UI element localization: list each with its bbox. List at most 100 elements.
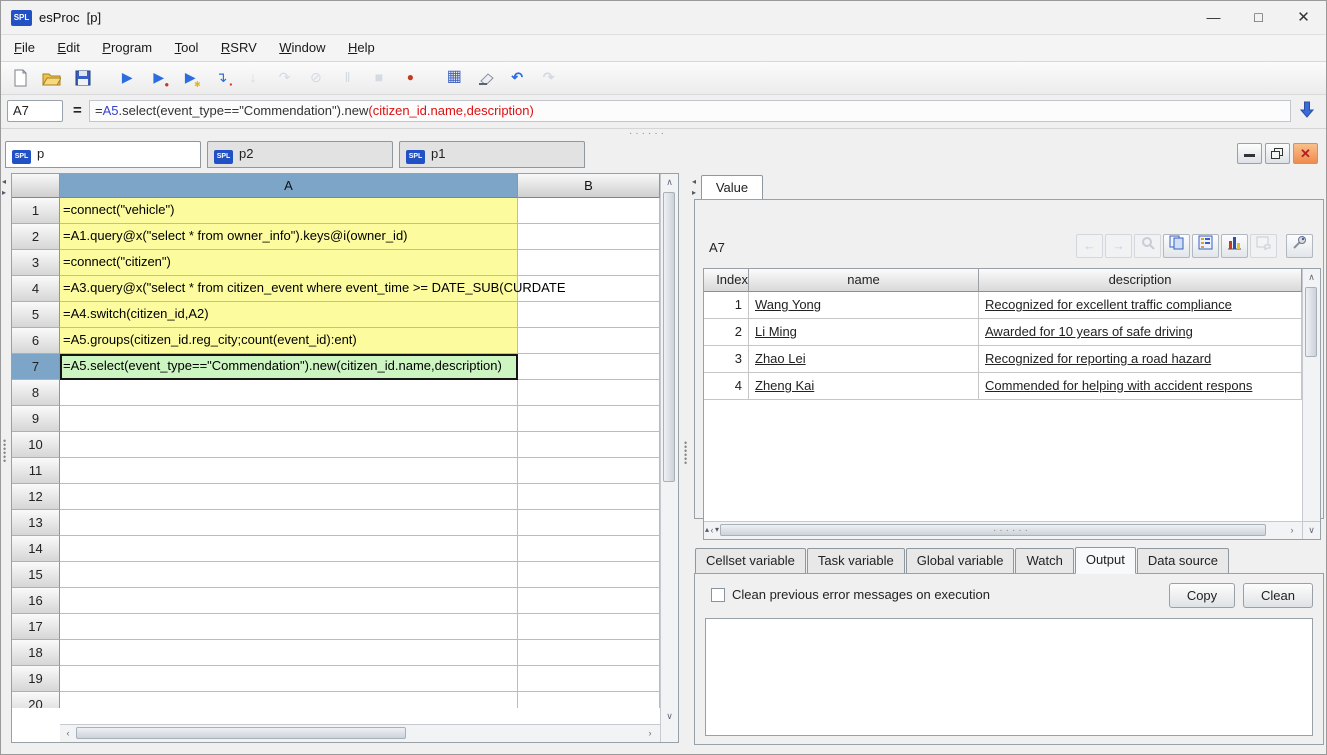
cell-A14[interactable] bbox=[60, 536, 518, 562]
row-header[interactable]: 1 bbox=[12, 198, 60, 224]
cell-A16[interactable] bbox=[60, 588, 518, 614]
clear-cache-icon[interactable] bbox=[472, 65, 499, 91]
cell-B13[interactable] bbox=[518, 510, 660, 536]
expand-left-icon[interactable]: ▸ bbox=[2, 188, 6, 197]
cell-B17[interactable] bbox=[518, 614, 660, 640]
cell-A10[interactable] bbox=[60, 432, 518, 458]
row-header[interactable]: 2 bbox=[12, 224, 60, 250]
grid-corner[interactable] bbox=[12, 174, 60, 198]
cell-B19[interactable] bbox=[518, 666, 660, 692]
col-index[interactable]: Index bbox=[704, 269, 749, 292]
col-name[interactable]: name bbox=[749, 269, 979, 292]
table-row[interactable]: 1 Wang Yong Recognized for excellent tra… bbox=[704, 292, 1320, 319]
row-header[interactable]: 20 bbox=[12, 692, 60, 708]
grid-horizontal-scrollbar[interactable]: ‹ › bbox=[60, 724, 660, 742]
scroll-right-icon[interactable]: › bbox=[642, 725, 658, 741]
formula-input[interactable]: =A5.select(event_type=="Commendation").n… bbox=[89, 100, 1291, 122]
scroll-left-icon[interactable]: ‹ bbox=[60, 725, 76, 742]
cell-B10[interactable] bbox=[518, 432, 660, 458]
scrollbar-thumb[interactable] bbox=[1305, 287, 1317, 357]
row-header[interactable]: 17 bbox=[12, 614, 60, 640]
menu-program[interactable]: Program bbox=[93, 35, 161, 61]
row-header[interactable]: 7 bbox=[12, 354, 60, 380]
tab-output[interactable]: Output bbox=[1074, 547, 1136, 574]
tab-global-variable[interactable]: Global variable bbox=[905, 548, 1015, 574]
run-icon[interactable]: ▶ bbox=[114, 65, 141, 91]
clean-errors-checkbox[interactable] bbox=[711, 588, 725, 602]
collapse-left-icon[interactable]: ◂ bbox=[2, 177, 6, 186]
panel-collapse-arrows[interactable]: ▴▾ bbox=[705, 525, 725, 534]
row-header[interactable]: 15 bbox=[12, 562, 60, 588]
row-header[interactable]: 8 bbox=[12, 380, 60, 406]
col-description[interactable]: description bbox=[979, 269, 1302, 292]
column-header-b[interactable]: B bbox=[518, 174, 660, 198]
pin-icon[interactable] bbox=[1286, 234, 1313, 258]
expand-right-icon[interactable]: ▸ bbox=[692, 188, 696, 197]
cell-A18[interactable] bbox=[60, 640, 518, 666]
menu-tool[interactable]: Tool bbox=[166, 35, 208, 61]
bottom-splitter-handle[interactable]: ······ bbox=[993, 525, 1031, 536]
cell-A19[interactable] bbox=[60, 666, 518, 692]
cell-A7-selected[interactable]: =A5.select(event_type=="Commendation").n… bbox=[60, 354, 518, 380]
calculator-icon[interactable]: ▦ bbox=[441, 65, 468, 91]
table-row[interactable]: 3 Zhao Lei Recognized for reporting a ro… bbox=[704, 346, 1320, 373]
open-file-icon[interactable] bbox=[38, 65, 65, 91]
step-over-icon[interactable]: ↴ ▪ bbox=[208, 65, 235, 91]
cell-B18[interactable] bbox=[518, 640, 660, 666]
tab-cellset-variable[interactable]: Cellset variable bbox=[695, 548, 806, 574]
table-row[interactable]: 4 Zheng Kai Commended for helping with a… bbox=[704, 373, 1320, 400]
cell-B8[interactable] bbox=[518, 380, 660, 406]
cell-A20[interactable] bbox=[60, 692, 518, 708]
cell-A12[interactable] bbox=[60, 484, 518, 510]
cell-B9[interactable] bbox=[518, 406, 660, 432]
cell-reference-input[interactable]: A7 bbox=[7, 100, 63, 122]
menu-window[interactable]: Window bbox=[270, 35, 334, 61]
copy-data-icon[interactable] bbox=[1163, 234, 1190, 258]
undo-icon[interactable]: ↶ bbox=[504, 65, 531, 91]
cell-A2[interactable]: =A1.query@x("select * from owner_info").… bbox=[60, 224, 518, 250]
tab-data-source[interactable]: Data source bbox=[1136, 548, 1229, 574]
tab-task-variable[interactable]: Task variable bbox=[806, 548, 905, 574]
row-header[interactable]: 5 bbox=[12, 302, 60, 328]
row-header[interactable]: 12 bbox=[12, 484, 60, 510]
table-vertical-scrollbar[interactable]: ∧ bbox=[1302, 269, 1320, 522]
run-to-cursor-icon[interactable]: ▶ ✱ bbox=[177, 65, 204, 91]
new-file-icon[interactable] bbox=[7, 65, 34, 91]
cell-A6[interactable]: =A5.groups(citizen_id.reg_city;count(eve… bbox=[60, 328, 518, 354]
debug-run-icon[interactable]: ▶ ● bbox=[145, 65, 172, 91]
tab-watch[interactable]: Watch bbox=[1015, 548, 1074, 574]
menu-rsrv[interactable]: RSRV bbox=[212, 35, 266, 61]
clean-button[interactable]: Clean bbox=[1243, 583, 1313, 608]
breakpoint-icon[interactable]: ● bbox=[397, 65, 424, 91]
scroll-right-icon[interactable]: › bbox=[1284, 522, 1300, 538]
cell-B11[interactable] bbox=[518, 458, 660, 484]
row-header[interactable]: 4 bbox=[12, 276, 60, 302]
panel-divider[interactable]: •••••• bbox=[679, 173, 693, 747]
menu-file[interactable]: File bbox=[5, 35, 44, 61]
copy-button[interactable]: Copy bbox=[1169, 583, 1235, 608]
cell-A11[interactable] bbox=[60, 458, 518, 484]
cell-B5[interactable] bbox=[518, 302, 660, 328]
cell-B15[interactable] bbox=[518, 562, 660, 588]
doc-minimize-button[interactable] bbox=[1237, 143, 1262, 164]
chart-icon[interactable] bbox=[1221, 234, 1248, 258]
row-header[interactable]: 6 bbox=[12, 328, 60, 354]
row-header[interactable]: 3 bbox=[12, 250, 60, 276]
divider-handle[interactable]: •••••• bbox=[684, 439, 688, 468]
doc-restore-button[interactable] bbox=[1265, 143, 1290, 164]
cell-B6[interactable] bbox=[518, 328, 660, 354]
cell-A1[interactable]: =connect("vehicle") bbox=[60, 198, 518, 224]
window-minimize-button[interactable]: — bbox=[1191, 1, 1236, 34]
cell-B12[interactable] bbox=[518, 484, 660, 510]
value-tab[interactable]: Value bbox=[701, 175, 763, 200]
row-header[interactable]: 11 bbox=[12, 458, 60, 484]
scroll-up-icon[interactable]: ∧ bbox=[1303, 269, 1320, 285]
cell-B3[interactable] bbox=[518, 250, 660, 276]
cell-B7[interactable] bbox=[518, 354, 660, 380]
window-maximize-button[interactable]: □ bbox=[1236, 1, 1281, 34]
row-header[interactable]: 10 bbox=[12, 432, 60, 458]
row-header[interactable]: 13 bbox=[12, 510, 60, 536]
row-header[interactable]: 18 bbox=[12, 640, 60, 666]
doc-close-button[interactable]: ✕ bbox=[1293, 143, 1318, 164]
cell-B2[interactable] bbox=[518, 224, 660, 250]
